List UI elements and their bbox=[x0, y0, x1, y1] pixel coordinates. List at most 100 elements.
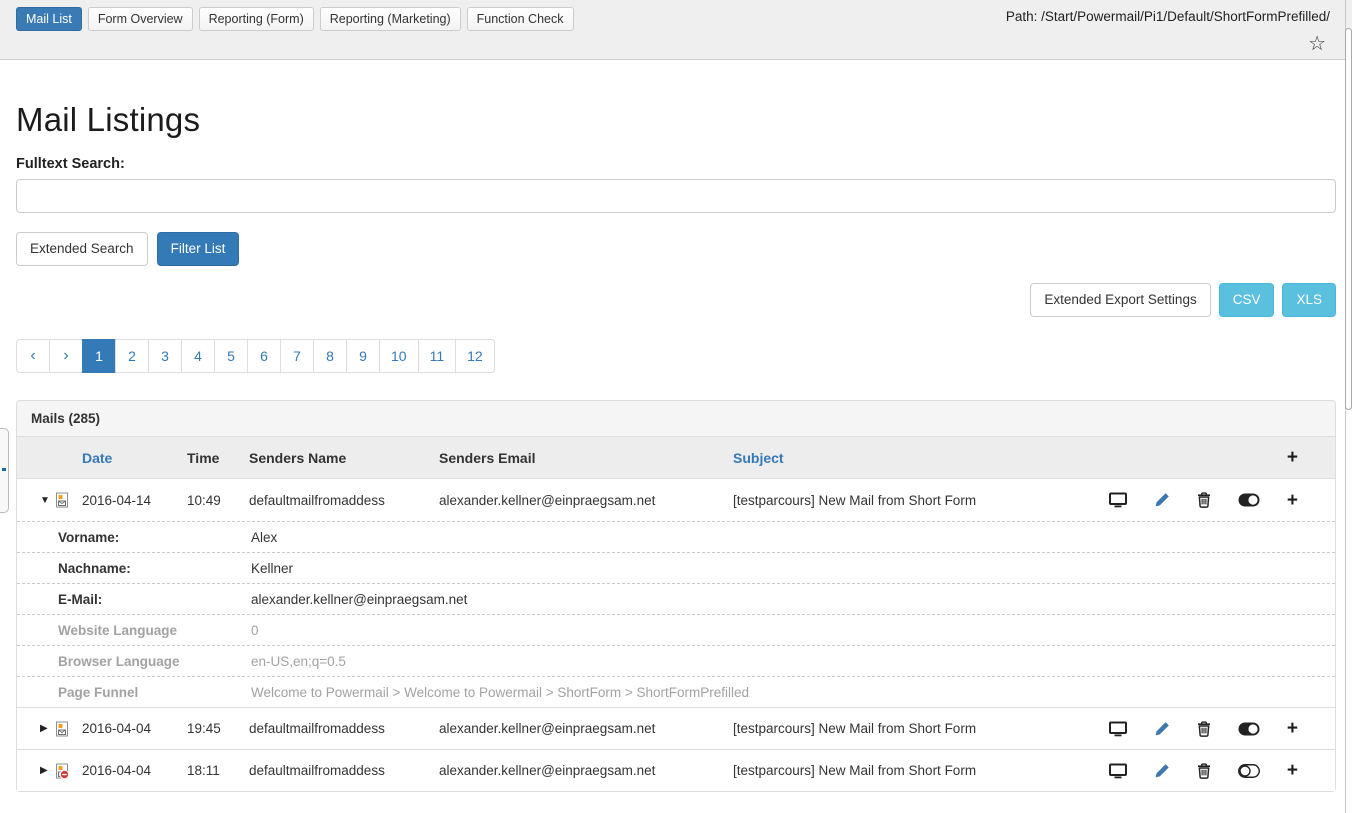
detail-row-browser-language: Browser Language en-US,en;q=0.5 bbox=[17, 645, 1335, 676]
delete-mail-icon[interactable] bbox=[1197, 721, 1211, 737]
delete-mail-icon[interactable] bbox=[1197, 492, 1211, 508]
column-header-time: Time bbox=[187, 450, 249, 466]
edit-mail-icon[interactable] bbox=[1154, 721, 1170, 737]
detail-row-page-funnel: Page Funnel Welcome to Powermail > Welco… bbox=[17, 676, 1335, 707]
page-title: Mail Listings bbox=[16, 101, 1336, 139]
caret-down-icon[interactable]: ▼ bbox=[34, 495, 54, 506]
mail-time: 18:11 bbox=[187, 763, 249, 778]
mail-time: 10:49 bbox=[187, 493, 249, 508]
column-header-date[interactable]: Date bbox=[82, 450, 187, 466]
pagination-page-5[interactable]: 5 bbox=[214, 339, 248, 373]
add-icon[interactable]: + bbox=[1287, 491, 1298, 510]
edit-mail-icon[interactable] bbox=[1154, 763, 1170, 779]
hide-toggle-on-icon[interactable] bbox=[1238, 722, 1260, 736]
mail-subject: [testparcours] New Mail from Short Form bbox=[733, 493, 1095, 508]
table-row: ▶ 2016-04-04 19:45 defaultmailfromaddess… bbox=[17, 707, 1335, 749]
mail-subject: [testparcours] New Mail from Short Form bbox=[733, 721, 1095, 736]
hide-toggle-off-icon[interactable] bbox=[1238, 764, 1260, 778]
mail-date: 2016-04-04 bbox=[82, 721, 187, 736]
filter-list-button[interactable]: Filter List bbox=[157, 232, 240, 266]
detail-value: Alex bbox=[251, 530, 1335, 545]
pagination-page-10[interactable]: 10 bbox=[379, 339, 419, 373]
scrollbar-thumb[interactable] bbox=[1345, 28, 1352, 410]
sidebar-collapse-handle[interactable] bbox=[0, 428, 9, 513]
detail-label: E-Mail: bbox=[58, 592, 251, 607]
detail-row-website-language: Website Language 0 bbox=[17, 614, 1335, 645]
pagination-prev[interactable]: ‹ bbox=[16, 339, 50, 373]
mail-date: 2016-04-04 bbox=[82, 763, 187, 778]
detail-value: alexander.kellner@einpraegsam.net bbox=[251, 592, 1335, 607]
mail-senders-name: defaultmailfromaddess bbox=[249, 493, 439, 508]
pagination-page-12[interactable]: 12 bbox=[455, 339, 495, 373]
table-row: ▼ 2016-04-14 10:49 defaultmailfromaddess… bbox=[17, 479, 1335, 521]
detail-value: 0 bbox=[251, 623, 1335, 638]
add-column-icon[interactable]: + bbox=[1287, 448, 1298, 467]
mails-table-header: Date Time Senders Name Senders Email Sub… bbox=[17, 437, 1335, 479]
table-row: ▶ 2016-04-04 18:11 defaultmailfromaddess… bbox=[17, 749, 1335, 791]
search-actions: Extended Search Filter List bbox=[16, 232, 1336, 266]
fulltext-search-label: Fulltext Search: bbox=[16, 156, 1336, 172]
column-header-senders-email: Senders Email bbox=[439, 450, 733, 466]
pagination-page-4[interactable]: 4 bbox=[181, 339, 215, 373]
detail-row-nachname: Nachname: Kellner bbox=[17, 552, 1335, 583]
mails-panel: Mails (285) Date Time Senders Name Sende… bbox=[16, 400, 1336, 792]
page-path: Path: /Start/Powermail/Pi1/Default/Short… bbox=[1006, 9, 1330, 24]
detail-label: Browser Language bbox=[58, 654, 251, 669]
mail-record-icon[interactable] bbox=[54, 721, 82, 737]
extended-search-button[interactable]: Extended Search bbox=[16, 232, 148, 266]
module-topbar: Mail List Form Overview Reporting (Form)… bbox=[0, 0, 1352, 60]
mail-date: 2016-04-14 bbox=[82, 493, 187, 508]
mail-time: 19:45 bbox=[187, 721, 249, 736]
view-mail-icon[interactable] bbox=[1109, 492, 1127, 508]
hide-toggle-on-icon[interactable] bbox=[1238, 493, 1260, 507]
detail-value: en-US,en;q=0.5 bbox=[251, 654, 1335, 669]
detail-label: Vorname: bbox=[58, 530, 251, 545]
mail-senders-email: alexander.kellner@einpraegsam.net bbox=[439, 721, 733, 736]
pagination-page-7[interactable]: 7 bbox=[280, 339, 314, 373]
tab-reporting-marketing[interactable]: Reporting (Marketing) bbox=[320, 7, 461, 31]
detail-row-vorname: Vorname: Alex bbox=[17, 521, 1335, 552]
tab-mail-list[interactable]: Mail List bbox=[16, 7, 82, 31]
mail-subject: [testparcours] New Mail from Short Form bbox=[733, 763, 1095, 778]
edit-mail-icon[interactable] bbox=[1154, 492, 1170, 508]
pagination: ‹ › 1 2 3 4 5 6 7 8 9 10 11 12 bbox=[16, 339, 1336, 373]
export-xls-button[interactable]: XLS bbox=[1282, 283, 1336, 317]
tab-reporting-form[interactable]: Reporting (Form) bbox=[199, 7, 314, 31]
column-header-subject[interactable]: Subject bbox=[733, 450, 1095, 466]
caret-right-icon[interactable]: ▶ bbox=[34, 765, 54, 776]
add-icon[interactable]: + bbox=[1287, 719, 1298, 738]
detail-label: Page Funnel bbox=[58, 685, 251, 700]
pagination-page-9[interactable]: 9 bbox=[346, 339, 380, 373]
fulltext-search-input[interactable] bbox=[16, 179, 1336, 213]
column-header-senders-name: Senders Name bbox=[249, 450, 439, 466]
export-csv-button[interactable]: CSV bbox=[1219, 283, 1275, 317]
detail-label: Nachname: bbox=[58, 561, 251, 576]
mail-record-hidden-icon[interactable] bbox=[54, 763, 82, 779]
pagination-page-8[interactable]: 8 bbox=[313, 339, 347, 373]
detail-row-email: E-Mail: alexander.kellner@einpraegsam.ne… bbox=[17, 583, 1335, 614]
pagination-page-2[interactable]: 2 bbox=[115, 339, 149, 373]
detail-value: Kellner bbox=[251, 561, 1335, 576]
pagination-page-1[interactable]: 1 bbox=[82, 339, 116, 373]
delete-mail-icon[interactable] bbox=[1197, 763, 1211, 779]
tab-form-overview[interactable]: Form Overview bbox=[88, 7, 193, 31]
bookmark-star-icon[interactable]: ☆ bbox=[1308, 34, 1326, 54]
tab-function-check[interactable]: Function Check bbox=[467, 7, 574, 31]
view-mail-icon[interactable] bbox=[1109, 763, 1127, 779]
pagination-next[interactable]: › bbox=[49, 339, 83, 373]
pagination-page-3[interactable]: 3 bbox=[148, 339, 182, 373]
caret-right-icon[interactable]: ▶ bbox=[34, 723, 54, 734]
pagination-page-6[interactable]: 6 bbox=[247, 339, 281, 373]
view-mail-icon[interactable] bbox=[1109, 721, 1127, 737]
add-icon[interactable]: + bbox=[1287, 761, 1298, 780]
extended-export-settings-button[interactable]: Extended Export Settings bbox=[1030, 283, 1210, 317]
module-content: Mail Listings Fulltext Search: Extended … bbox=[0, 101, 1352, 792]
mail-senders-name: defaultmailfromaddess bbox=[249, 763, 439, 778]
mail-record-icon[interactable] bbox=[54, 492, 82, 508]
pagination-page-11[interactable]: 11 bbox=[418, 339, 457, 373]
detail-value: Welcome to Powermail > Welcome to Powerm… bbox=[251, 685, 1335, 700]
mails-panel-title: Mails (285) bbox=[17, 401, 1335, 437]
mail-senders-email: alexander.kellner@einpraegsam.net bbox=[439, 763, 733, 778]
detail-label: Website Language bbox=[58, 623, 251, 638]
export-actions: Extended Export Settings CSV XLS bbox=[16, 283, 1336, 317]
